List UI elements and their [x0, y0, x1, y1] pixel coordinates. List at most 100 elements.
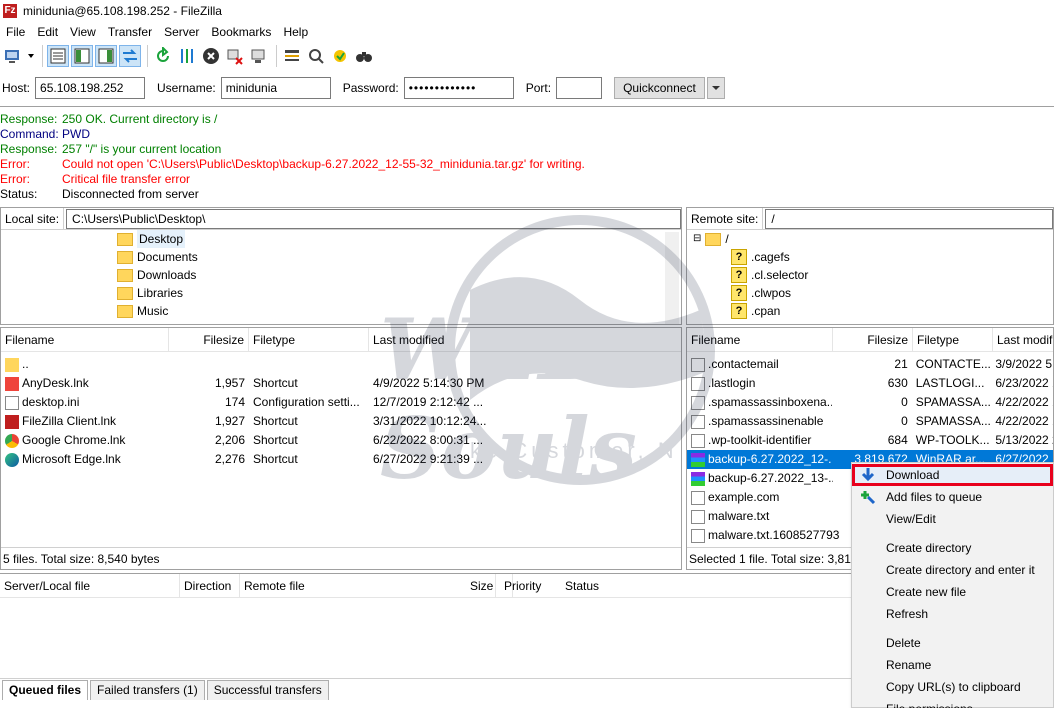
local-header-filename[interactable]: Filename — [1, 327, 169, 352]
process-queue-button[interactable] — [176, 45, 198, 67]
password-input[interactable]: ••••••••••••• — [403, 77, 514, 99]
tab-failed-transfers[interactable]: Failed transfers (1) — [90, 680, 205, 700]
tab-successful-transfers[interactable]: Successful transfers — [206, 680, 329, 700]
menu-transfer[interactable]: Transfer — [102, 25, 158, 39]
remote-path-input[interactable]: / — [765, 208, 1053, 229]
menu-item-create-new-file[interactable]: Create new file — [852, 581, 1053, 603]
quickconnect-button[interactable]: Quickconnect — [614, 77, 705, 99]
folder-icon — [5, 357, 19, 372]
menu-item-refresh[interactable]: Refresh — [852, 603, 1053, 625]
tree-item-clwpos[interactable]: ? .clwpos — [693, 284, 1053, 302]
table-row[interactable]: .spamassassinboxena... 0 SPAMASSA... 4/2… — [687, 393, 1053, 412]
local-header-modified[interactable]: Last modified — [369, 328, 679, 352]
menu-item-copy-url[interactable]: Copy URL(s) to clipboard — [852, 676, 1053, 698]
table-row[interactable]: desktop.ini 174 Configuration setti... 1… — [1, 393, 681, 412]
table-row[interactable]: FileZilla Client.lnk 1,927 Shortcut 3/31… — [1, 412, 681, 431]
tree-item-downloads[interactable]: Downloads — [117, 266, 681, 284]
toggle-local-tree-button[interactable] — [71, 45, 93, 67]
tree-item-music[interactable]: Music — [117, 302, 681, 320]
remote-header-filename[interactable]: Filename — [687, 328, 833, 352]
toggle-remote-tree-button[interactable] — [95, 45, 117, 67]
chrome-icon — [5, 433, 19, 448]
tree-item-cagefs[interactable]: ? .cagefs — [693, 248, 1053, 266]
host-input[interactable]: 65.108.198.252 — [35, 77, 146, 99]
toggle-message-log-button[interactable] — [47, 45, 69, 67]
queue-header-file[interactable]: Server/Local file — [0, 573, 180, 598]
menu-item-delete[interactable]: Delete — [852, 632, 1053, 654]
folder-icon — [117, 250, 133, 264]
queue-header-priority[interactable]: Priority — [504, 574, 541, 598]
local-tree-scrollbar[interactable] — [665, 232, 679, 324]
menu-server[interactable]: Server — [158, 25, 205, 39]
remote-site-bar: Remote site: / — [687, 207, 1053, 230]
directory-comparison-button[interactable] — [305, 45, 327, 67]
local-header-filetype[interactable]: Filetype — [249, 327, 369, 352]
disconnect-icon — [227, 49, 243, 65]
queue-header-size[interactable]: Size — [470, 574, 493, 598]
menu-item-rename[interactable]: Rename — [852, 654, 1053, 676]
reconnect-button[interactable] — [248, 45, 270, 67]
tree-item-desktop[interactable]: Desktop — [117, 230, 681, 248]
refresh-button[interactable] — [152, 45, 174, 67]
local-path-input[interactable]: C:\Users\Public\Desktop\ — [66, 208, 681, 229]
queue-header-direction[interactable]: Direction — [180, 573, 240, 598]
table-row[interactable]: .wp-toolkit-identifier 684 WP-TOOLK... 5… — [687, 431, 1053, 450]
menu-view[interactable]: View — [64, 25, 102, 39]
file-icon — [691, 509, 705, 524]
log-line: Command: PWD — [0, 127, 90, 141]
queue-header-remote[interactable]: Remote file — [240, 573, 496, 598]
directory-listing-filters-button[interactable] — [281, 45, 303, 67]
quickconnect-history-dropdown[interactable] — [706, 77, 725, 99]
tree-item-libraries[interactable]: Libraries — [117, 284, 681, 302]
table-row[interactable]: .lastlogin 630 LASTLOGI... 6/23/2022 1 — [687, 374, 1053, 393]
log-line: Status: Disconnected from server — [0, 187, 199, 201]
table-row[interactable]: .. — [1, 355, 681, 374]
site-manager-dropdown[interactable] — [26, 45, 36, 67]
menu-bookmarks[interactable]: Bookmarks — [205, 25, 277, 39]
menu-item-add-to-queue[interactable]: Add files to queue — [852, 486, 1053, 508]
port-label: Port: — [525, 81, 552, 95]
tree-item-documents[interactable]: Documents — [117, 248, 681, 266]
download-arrow-icon — [861, 468, 875, 482]
menu-item-file-permissions[interactable]: File permissions... — [852, 698, 1053, 708]
remote-header-modified[interactable]: Last modif — [993, 328, 1053, 352]
tab-queued-files[interactable]: Queued files — [2, 680, 89, 700]
sync-icon — [334, 50, 346, 62]
menu-bar: File Edit View Transfer Server Bookmarks… — [0, 22, 1054, 41]
toggle-transfer-queue-button[interactable] — [119, 45, 141, 67]
username-input[interactable]: minidunia — [220, 77, 331, 99]
menu-file[interactable]: File — [0, 25, 31, 39]
menu-item-view-edit[interactable]: View/Edit — [852, 508, 1053, 530]
queue-header-status[interactable]: Status — [565, 574, 599, 598]
tree-item-root[interactable]: ⊟ / — [693, 230, 1053, 248]
remote-header-filesize[interactable]: Filesize — [833, 328, 913, 352]
local-header-filesize[interactable]: Filesize — [169, 327, 249, 352]
cancel-operation-button[interactable] — [200, 45, 222, 67]
menu-item-create-directory-enter[interactable]: Create directory and enter it — [852, 559, 1053, 581]
folder-icon — [117, 268, 133, 282]
menu-item-create-directory[interactable]: Create directory — [852, 537, 1053, 559]
table-row[interactable]: .spamassassinenable 0 SPAMASSA... 4/22/2… — [687, 412, 1053, 431]
filter-icon — [285, 50, 299, 61]
remote-header-filetype[interactable]: Filetype — [913, 328, 993, 352]
tree-item-cl-selector[interactable]: ? .cl.selector — [693, 266, 1053, 284]
table-row[interactable]: Microsoft Edge.lnk 2,276 Shortcut 6/27/2… — [1, 450, 681, 469]
menu-help[interactable]: Help — [277, 25, 314, 39]
local-directory-tree: Desktop Documents Downloads Libraries Mu… — [1, 230, 681, 324]
table-row[interactable]: Google Chrome.lnk 2,206 Shortcut 6/22/20… — [1, 431, 681, 450]
table-row[interactable]: .contactemail 21 CONTACTE... 3/9/2022 5 — [687, 355, 1053, 374]
synchronized-browsing-button[interactable] — [329, 45, 351, 67]
menu-edit[interactable]: Edit — [31, 25, 64, 39]
remote-directory-tree: ⊟ / ? .cagefs ? .cl.selector ? .clwpos ? .cpa… — [687, 230, 1053, 324]
search-remote-files-button[interactable] — [353, 45, 375, 67]
message-log-icon — [50, 48, 66, 64]
local-site-label: Local site: — [1, 207, 65, 230]
table-row[interactable]: AnyDesk.lnk 1,957 Shortcut 4/9/2022 5:14… — [1, 374, 681, 393]
port-input[interactable] — [556, 77, 603, 99]
disconnect-button[interactable] — [224, 45, 246, 67]
remote-site-label: Remote site: — [687, 207, 764, 230]
menu-separator — [852, 530, 1053, 537]
tree-item-cpan[interactable]: ? .cpan — [693, 302, 1053, 320]
site-manager-button[interactable] — [2, 45, 24, 67]
menu-item-download[interactable]: Download — [852, 464, 1053, 486]
